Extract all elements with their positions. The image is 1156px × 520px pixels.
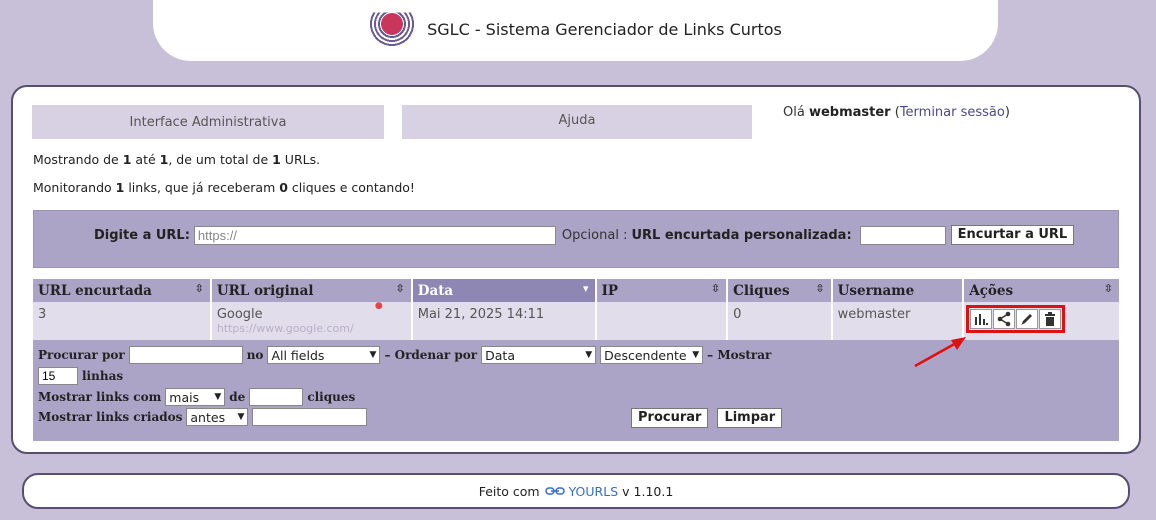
- links-table: URL encurtada ⇳ URL original ⇳ Data ▾ IP ⇳ C…: [33, 279, 1119, 340]
- sort-icon: ⇳: [395, 282, 405, 295]
- logout-link[interactable]: Terminar sessão: [900, 105, 1005, 120]
- search-input[interactable]: [128, 346, 243, 364]
- link-icon: [544, 487, 565, 495]
- in-label: no: [246, 348, 264, 362]
- stats-button[interactable]: [970, 309, 993, 329]
- keyword-label: URL encurtada personalizada:: [631, 227, 852, 243]
- table-row: 3 ● Google https://www.google.com/ Mai 2…: [33, 301, 1119, 340]
- edit-button[interactable]: [1016, 309, 1039, 329]
- order-label: – Ordenar por: [384, 348, 478, 362]
- delete-button[interactable]: [1039, 309, 1062, 329]
- optional-label: Opcional :: [561, 227, 628, 243]
- created-label: Mostrar links criados: [38, 410, 183, 424]
- delete-icon: [1045, 312, 1056, 326]
- search-button[interactable]: Procurar: [631, 408, 709, 428]
- new-url-form: Digite a URL: Opcional : URL encurtada p…: [33, 210, 1119, 268]
- chevron-down-icon: ▼: [692, 350, 700, 360]
- search-field-select[interactable]: All fields ▼: [267, 346, 381, 364]
- actions-group: [966, 305, 1066, 333]
- col-header-ip[interactable]: IP ⇳: [595, 279, 729, 302]
- main-panel: Interface Administrativa Ajuda Olá webma…: [11, 85, 1141, 454]
- yourls-link[interactable]: YOURLS: [569, 484, 619, 499]
- direction-select[interactable]: Descendente ▼: [600, 346, 704, 364]
- col-header-short-url[interactable]: URL encurtada ⇳: [33, 279, 212, 302]
- cell-ip: [595, 302, 729, 340]
- cell-date: Mai 21, 2025 14:11: [411, 302, 597, 340]
- page-title: SGLC - Sistema Gerenciador de Links Curt…: [427, 20, 782, 39]
- share-icon: [997, 311, 1011, 327]
- page-header: SGLC - Sistema Gerenciador de Links Curt…: [153, 0, 998, 61]
- per-page-input[interactable]: [38, 367, 78, 385]
- cell-original-url: ● Google https://www.google.com/: [210, 301, 413, 340]
- cell-actions: [963, 302, 1119, 340]
- showing-info: Mostrando de 1 até 1, de um total de 1 U…: [33, 152, 321, 167]
- col-header-username[interactable]: Username: [831, 279, 965, 302]
- clicks-compare-select[interactable]: mais ▼: [165, 388, 226, 406]
- col-header-actions[interactable]: Ações ⇳: [963, 279, 1119, 302]
- username: webmaster: [808, 105, 891, 120]
- col-header-clicks[interactable]: Cliques ⇳: [727, 279, 833, 302]
- sort-icon: ⇳: [1103, 282, 1113, 295]
- show-label: – Mostrar: [707, 348, 772, 362]
- logo: [369, 12, 416, 47]
- stats-icon: [975, 314, 989, 325]
- chevron-down-icon: ▼: [214, 392, 222, 402]
- filter-form: Procurar por no All fields ▼ – Ordenar po…: [33, 340, 1119, 441]
- page-footer: Feito com YOURLS v 1.10.1: [22, 473, 1130, 509]
- links-with-label: Mostrar links com: [38, 390, 162, 404]
- clicks-input[interactable]: [249, 388, 304, 406]
- order-select[interactable]: Data ▼: [481, 346, 597, 364]
- shorten-button[interactable]: Encurtar a URL: [950, 225, 1075, 245]
- cell-short-url: 3: [33, 302, 212, 340]
- chevron-down-icon: ▼: [369, 350, 377, 360]
- cell-username: webmaster: [831, 302, 965, 340]
- sort-icon: ⇳: [194, 282, 204, 295]
- lines-label: linhas: [82, 369, 124, 383]
- clear-button[interactable]: Limpar: [717, 408, 783, 428]
- col-header-date[interactable]: Data ▾: [411, 279, 597, 302]
- cell-clicks: 0: [727, 302, 833, 340]
- new-marker: ●: [374, 301, 383, 311]
- date-compare-select[interactable]: antes ▼: [186, 408, 249, 426]
- keyword-input[interactable]: [859, 225, 946, 245]
- url-label: Digite a URL:: [94, 227, 190, 243]
- chevron-down-icon: ▼: [585, 350, 593, 360]
- search-label: Procurar por: [38, 348, 125, 362]
- col-header-original-url[interactable]: URL original ⇳: [210, 279, 413, 302]
- tab-admin[interactable]: Interface Administrativa: [32, 105, 384, 139]
- share-button[interactable]: [993, 309, 1016, 329]
- chevron-down-icon: ▾: [583, 282, 589, 295]
- tracking-info: Monitorando 1 links, que já receberam 0 …: [33, 180, 415, 195]
- tab-help[interactable]: Ajuda: [402, 105, 752, 139]
- clicks-label: cliques: [307, 390, 356, 404]
- sort-icon: ⇳: [815, 282, 825, 295]
- date-input[interactable]: [252, 408, 368, 426]
- version-text: v 1.10.1: [622, 483, 674, 499]
- url-input[interactable]: [193, 225, 556, 245]
- chevron-down-icon: ▼: [237, 412, 245, 422]
- edit-icon: [1021, 314, 1033, 325]
- of-label: de: [229, 390, 246, 404]
- original-url-text[interactable]: https://www.google.com/: [217, 322, 406, 335]
- user-greeting: Olá webmaster (Terminar sessão): [783, 105, 1010, 120]
- sort-icon: ⇳: [710, 282, 721, 295]
